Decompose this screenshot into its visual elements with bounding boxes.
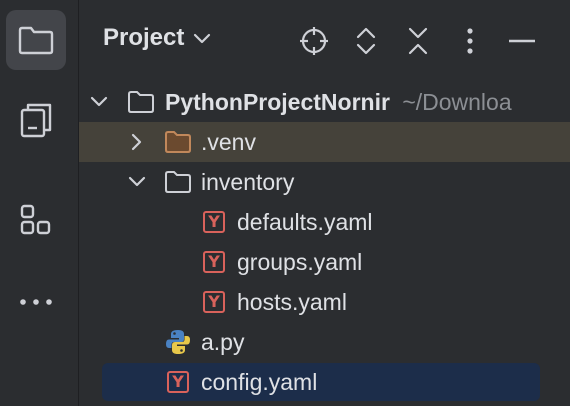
folder-icon (18, 26, 54, 55)
tree-row-groups[interactable]: Y groups.yaml (79, 242, 570, 282)
options-button[interactable] (453, 24, 487, 58)
expand-all-button[interactable] (349, 24, 383, 58)
panel-title: Project (103, 24, 185, 51)
yaml-file-icon: Y (199, 207, 229, 237)
tree-row-inventory[interactable]: inventory (79, 162, 570, 202)
python-icon (163, 327, 193, 357)
tree-row-hosts[interactable]: Y hosts.yaml (79, 282, 570, 322)
chevron-right-icon[interactable] (127, 132, 147, 152)
tree-config-label: config.yaml (201, 368, 318, 395)
yaml-file-icon: Y (199, 247, 229, 277)
tree-row-venv[interactable]: .venv (79, 122, 570, 162)
tool-window-strip (0, 0, 79, 406)
locate-icon (300, 27, 328, 55)
plugins-tool-button[interactable] (6, 190, 66, 250)
tree-row-apy[interactable]: a.py (79, 322, 570, 362)
folder-icon (163, 167, 193, 197)
more-icon (20, 299, 52, 305)
chevron-down-icon[interactable] (127, 172, 147, 192)
project-panel: Project PythonProjectNornir ~/Downloa .v… (79, 0, 570, 406)
tree-hosts-label: hosts.yaml (237, 288, 347, 315)
tree-row-defaults[interactable]: Y defaults.yaml (79, 202, 570, 242)
locate-button[interactable] (297, 24, 331, 58)
chevron-down-icon (194, 33, 211, 44)
tree-row-config[interactable]: Y config.yaml (102, 363, 540, 401)
folder-icon (126, 87, 156, 117)
tree-inventory-label: inventory (201, 168, 295, 195)
plugins-icon (20, 204, 51, 235)
chevron-down-icon[interactable] (89, 92, 109, 112)
project-tool-button[interactable] (6, 10, 66, 70)
collapse-all-icon (408, 27, 428, 55)
hide-panel-button[interactable] (505, 24, 539, 58)
yaml-file-icon: Y (199, 287, 229, 317)
options-icon (467, 28, 473, 54)
tree-root-path: ~/Downloa (402, 88, 512, 115)
tree-apy-label: a.py (201, 328, 245, 355)
tree-venv-label: .venv (201, 128, 256, 155)
structure-tool-button[interactable] (6, 90, 66, 150)
panel-header: Project (79, 0, 570, 82)
tree-root-name: PythonProjectNornir (165, 88, 390, 115)
hide-icon (509, 39, 535, 43)
collapse-all-button[interactable] (401, 24, 435, 58)
more-tools-button[interactable] (6, 272, 66, 332)
venv-folder-icon (163, 127, 193, 157)
structure-icon (20, 103, 52, 138)
expand-all-icon (356, 27, 376, 55)
tree-groups-label: groups.yaml (237, 248, 363, 275)
panel-title-dropdown[interactable]: Project (103, 24, 212, 52)
tree-row-root[interactable]: PythonProjectNornir ~/Downloa (79, 82, 570, 122)
tree-defaults-label: defaults.yaml (237, 208, 373, 235)
yaml-file-icon: Y (163, 367, 193, 397)
